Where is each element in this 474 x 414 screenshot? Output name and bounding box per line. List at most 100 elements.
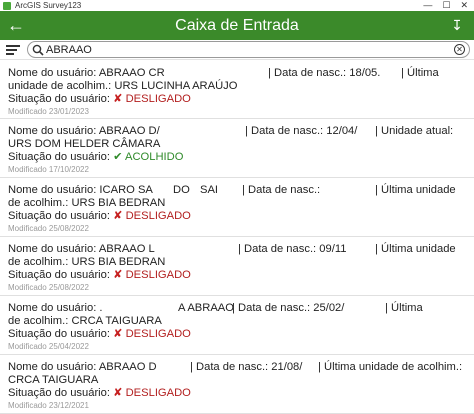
label-unidade: unidade de acolhim.: <box>8 80 112 92</box>
label-nasc: Data de nasc.: <box>244 243 317 255</box>
label-de-acolhim: de acolhim.: <box>8 197 69 209</box>
inbox-list: Nome do usuário: ABRAAO CR | Data de nas… <box>0 62 474 414</box>
list-item[interactable]: Nome do usuário: ABRAAO CR | Data de nas… <box>0 62 474 119</box>
label-situacao: Situação do usuário: <box>8 387 110 399</box>
modified-date: Modificado 25/08/2022 <box>8 283 89 292</box>
label-nome: Nome do usuário: <box>8 125 97 137</box>
separator: | <box>232 302 235 314</box>
search-input[interactable] <box>46 42 446 57</box>
separator: | <box>385 302 388 314</box>
record-name: A ABRAAO <box>178 302 234 315</box>
list-item[interactable]: Nome do usuário: ICARO SA DO SAI | Data … <box>0 179 474 237</box>
search-box: ✕ <box>27 41 470 58</box>
record-line-1: Nome do usuário: ABRAAO D <box>8 361 157 374</box>
modified-date: Modificado 25/08/2022 <box>8 224 89 233</box>
window-titlebar: ArcGIS Survey123 — ☐ ✕ <box>0 0 474 11</box>
list-item[interactable]: Nome do usuário: . A ABRAAO | Data de na… <box>0 297 474 355</box>
download-sync-icon[interactable]: ↧ <box>448 15 466 35</box>
list-item[interactable]: Nome do usuário: ABRAAO D | Data de nasc… <box>0 356 474 414</box>
label-ultima-unidade-acolhim: Última unidade de acolhim.: <box>324 361 463 373</box>
record-dob: | Data de nasc.: 25/02/ <box>232 302 344 315</box>
record-line-1: Nome do usuário: ABRAAO CR <box>8 67 165 80</box>
record-last-unit-label: | Última unidade de acolhim.: <box>318 361 462 374</box>
record-last-unit-label: | Última <box>401 67 439 80</box>
list-item[interactable]: Nome do usuário: ABRAAO L | Data de nasc… <box>0 238 474 296</box>
record-line-2: unidade de acolhim.: URS LUCINHA ARAÚJO <box>8 80 237 93</box>
minimize-button[interactable]: — <box>423 0 432 11</box>
user-name: ABRAAO CR <box>98 67 165 79</box>
separator: | <box>238 243 241 255</box>
record-line-3: Situação do usuário: ✘ DESLIGADO <box>8 210 191 223</box>
status-value: DESLIGADO <box>125 269 191 281</box>
record-line-1: Nome do usuário: ICARO SA <box>8 184 153 197</box>
label-situacao: Situação do usuário: <box>8 151 110 163</box>
birth-date: 18/05. <box>349 67 381 79</box>
list-item[interactable]: Nome do usuário: ABRAAO D/ | Data de nas… <box>0 120 474 178</box>
record-line-2: URS DOM HELDER CÂMARA <box>8 138 160 151</box>
unit-name: URS BIA BEDRAN <box>71 256 166 268</box>
separator: | <box>242 184 245 196</box>
record-name-part: DO <box>173 184 190 197</box>
birth-date: 21/08/ <box>271 361 303 373</box>
birth-date: 12/04/ <box>326 125 358 137</box>
separator: | <box>375 243 378 255</box>
search-toolbar: ✕ <box>0 40 474 60</box>
label-situacao: Situação do usuário: <box>8 210 110 222</box>
birth-date: 25/02/ <box>313 302 345 314</box>
search-icon <box>32 44 44 56</box>
filter-menu-icon[interactable] <box>6 43 20 57</box>
record-line-2: CRCA TAIGUARA <box>8 374 98 387</box>
label-ultima-unidade: Última unidade <box>381 243 456 255</box>
record-dob: | Data de nasc.: 18/05. <box>268 67 380 80</box>
separator: | <box>401 67 404 79</box>
unit-name: URS BIA BEDRAN <box>71 197 166 209</box>
status-value: DESLIGADO <box>125 210 191 222</box>
close-window-button[interactable]: ✕ <box>460 0 468 11</box>
record-line-2: de acolhim.: URS BIA BEDRAN <box>8 256 165 269</box>
page-title: Caixa de Entrada <box>175 17 299 34</box>
label-ultima: Última <box>391 302 423 314</box>
record-dob: | Data de nasc.: <box>242 184 320 197</box>
modified-date: Modificado 25/04/2022 <box>8 342 89 351</box>
separator: | <box>375 125 378 137</box>
record-dob: | Data de nasc.: 12/04/ <box>245 125 357 138</box>
label-situacao: Situação do usuário: <box>8 93 110 105</box>
label-nome: Nome do usuário: <box>8 184 97 196</box>
record-line-3: Situação do usuário: ✘ DESLIGADO <box>8 269 191 282</box>
record-line-3: Situação do usuário: ✘ DESLIGADO <box>8 93 191 106</box>
desligado-x-icon: ✘ <box>113 328 123 340</box>
record-line-3: Situação do usuário: ✘ DESLIGADO <box>8 387 191 400</box>
record-dob: | Data de nasc.: 21/08/ <box>190 361 302 374</box>
label-nome: Nome do usuário: <box>8 302 97 314</box>
label-situacao: Situação do usuário: <box>8 328 110 340</box>
label-nome: Nome do usuário: <box>8 243 97 255</box>
label-nome: Nome do usuário: <box>8 361 97 373</box>
app-header: ← Caixa de Entrada ↧ <box>0 11 474 40</box>
modified-date: Modificado 23/01/2023 <box>8 107 89 116</box>
record-current-unit-label: | Unidade atual: <box>375 125 453 138</box>
status-value: ACOLHIDO <box>124 151 184 163</box>
label-nasc: Data de nasc.: <box>274 67 347 79</box>
unit-name: CRCA TAIGUARA <box>8 374 99 386</box>
user-name-part: . <box>99 302 103 314</box>
desligado-x-icon: ✘ <box>113 387 123 399</box>
unit-name: URS DOM HELDER CÂMARA <box>8 138 161 150</box>
clear-search-icon[interactable]: ✕ <box>454 44 465 55</box>
acolhido-check-icon: ✔ <box>113 151 123 163</box>
maximize-button[interactable]: ☐ <box>442 0 450 11</box>
record-last-unit-label: | Última <box>385 302 423 315</box>
unit-name: URS LUCINHA ARAÚJO <box>114 80 238 92</box>
record-line-1: Nome do usuário: ABRAAO L <box>8 243 155 256</box>
label-unidade-atual: Unidade atual: <box>381 125 454 137</box>
user-name-part: DO <box>173 184 190 196</box>
status-value: DESLIGADO <box>125 93 191 105</box>
record-line-1: Nome do usuário: ABRAAO D/ <box>8 125 160 138</box>
user-name-part: SAI <box>200 184 219 196</box>
record-last-unit-label: | Última unidade <box>375 184 456 197</box>
modified-date: Modificado 17/10/2022 <box>8 165 89 174</box>
user-name: ICARO SA <box>99 184 153 196</box>
record-line-1: Nome do usuário: . <box>8 302 103 315</box>
desligado-x-icon: ✘ <box>113 269 123 281</box>
label-de-acolhim: de acolhim.: <box>8 315 69 327</box>
label-nasc: Data de nasc.: <box>251 125 324 137</box>
